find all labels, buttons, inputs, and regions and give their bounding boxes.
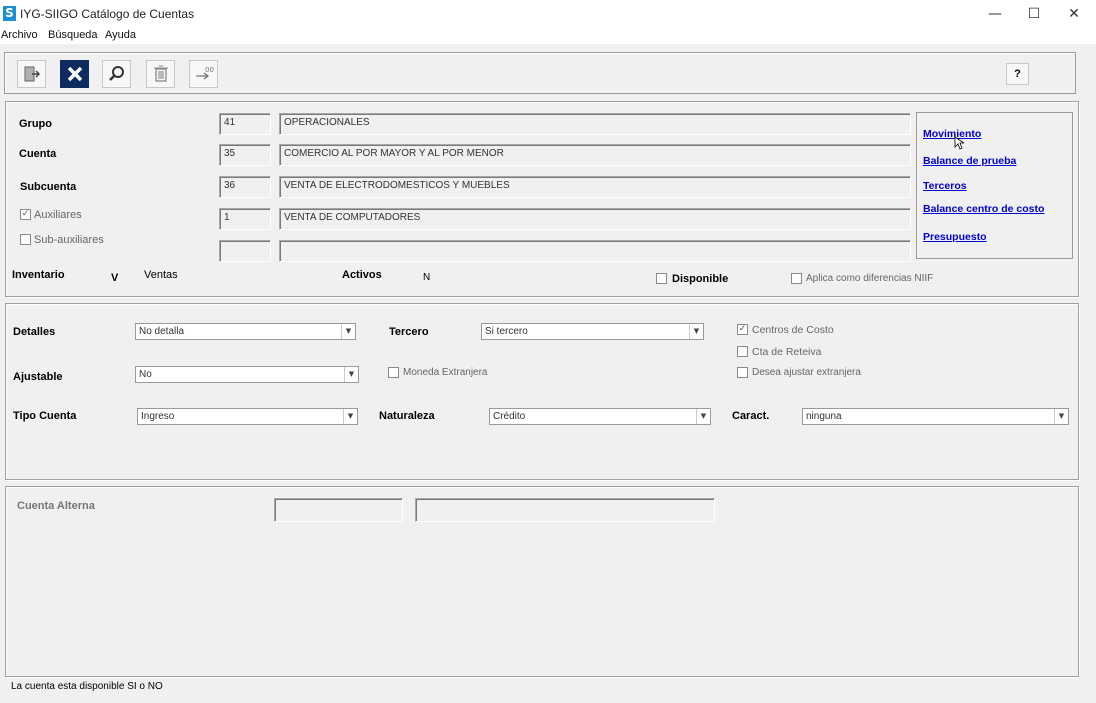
reteiva-label: Cta de Reteiva (752, 346, 822, 358)
transfer-icon: 00 (195, 66, 214, 80)
subauxiliares-code-field[interactable] (219, 240, 271, 262)
centros-costo-checkbox[interactable]: ✓ (737, 324, 748, 335)
chevron-down-icon: ▼ (341, 324, 355, 339)
chevron-down-icon: ▼ (343, 409, 357, 424)
help-button[interactable]: ? (1006, 63, 1029, 85)
ajustar-extranjera-checkbox[interactable] (737, 367, 748, 378)
moneda-extranjera-checkbox[interactable] (388, 367, 399, 378)
auxiliares-checkbox[interactable]: ✓ (20, 209, 31, 220)
auxiliares-label: Auxiliares (34, 209, 82, 221)
subcuenta-code-field[interactable]: 36 (219, 176, 271, 198)
check-icon: ✓ (738, 324, 747, 334)
exit-button[interactable] (17, 60, 46, 88)
trash-icon (153, 65, 168, 82)
cuenta-name-field[interactable]: COMERCIO AL POR MAYOR Y AL POR MENOR (279, 144, 911, 166)
cuenta-alterna-name-field[interactable] (415, 498, 715, 522)
activos-label: Activos (342, 269, 382, 281)
ajustable-select[interactable]: No ▼ (135, 366, 359, 383)
tipo-cuenta-select[interactable]: Ingreso ▼ (137, 408, 358, 425)
ajustable-label: Ajustable (13, 371, 63, 383)
ventas-label: Ventas (144, 269, 178, 281)
tercero-label: Tercero (389, 326, 429, 338)
link-terceros[interactable]: Terceros (923, 180, 967, 192)
minimize-icon[interactable]: — (975, 0, 1015, 28)
chevron-down-icon: ▼ (696, 409, 710, 424)
naturaleza-value: Crédito (493, 411, 526, 422)
chevron-down-icon: ▼ (344, 367, 358, 382)
window-title: IYG-SIIGO Catálogo de Cuentas (20, 7, 195, 21)
chevron-down-icon: ▼ (689, 324, 703, 339)
centros-costo-label: Centros de Costo (752, 324, 834, 336)
cancel-button[interactable] (60, 60, 89, 88)
x-icon (67, 66, 82, 82)
grupo-label: Grupo (19, 118, 52, 130)
delete-button[interactable] (146, 60, 175, 88)
subauxiliares-label: Sub-auxiliares (34, 234, 104, 246)
search-icon (108, 66, 124, 81)
tipo-cuenta-label: Tipo Cuenta (13, 410, 77, 422)
disponible-checkbox[interactable] (656, 273, 667, 284)
close-icon[interactable]: ✕ (1054, 0, 1094, 28)
detalles-value: No detalla (139, 326, 185, 337)
cuenta-alterna-code-field[interactable] (274, 498, 403, 522)
inventario-value: V (111, 272, 119, 284)
menu-ayuda[interactable]: Ayuda (105, 29, 136, 41)
menu-busqueda[interactable]: Búsqueda (48, 29, 98, 41)
menu-bar (0, 28, 1096, 44)
grupo-name-field[interactable]: OPERACIONALES (279, 113, 911, 135)
maximize-icon[interactable]: ☐ (1014, 0, 1054, 28)
caract-label: Caract. (732, 410, 770, 422)
subauxiliares-name-field[interactable] (279, 240, 911, 262)
cuenta-code-field[interactable]: 35 (219, 144, 271, 166)
tercero-value: Si tercero (485, 326, 528, 337)
caract-value: ninguna (806, 411, 842, 422)
grupo-code-field[interactable]: 41 (219, 113, 271, 135)
cuenta-alterna-label: Cuenta Alterna (17, 500, 95, 512)
niif-checkbox[interactable] (791, 273, 802, 284)
transfer-button[interactable]: 00 (189, 60, 218, 88)
caract-select[interactable]: ninguna ▼ (802, 408, 1069, 425)
subcuenta-name-field[interactable]: VENTA DE ELECTRODOMESTICOS Y MUEBLES (279, 176, 911, 198)
link-balance-centro-costo[interactable]: Balance centro de costo (923, 203, 1044, 215)
tipo-cuenta-value: Ingreso (141, 411, 175, 422)
check-icon: ✓ (21, 209, 30, 219)
reteiva-checkbox[interactable] (737, 346, 748, 357)
mouse-cursor-icon (954, 136, 964, 150)
link-balance-prueba[interactable]: Balance de prueba (923, 155, 1016, 167)
auxiliares-code-field[interactable]: 1 (219, 208, 271, 230)
svg-text:00: 00 (205, 66, 214, 74)
cuenta-label: Cuenta (19, 148, 57, 160)
menu-archivo[interactable]: Archivo (1, 29, 38, 41)
inventario-label: Inventario (12, 269, 65, 281)
search-button[interactable] (102, 60, 131, 88)
status-text: La cuenta esta disponible SI o NO (11, 681, 163, 692)
moneda-extranjera-label: Moneda Extranjera (403, 367, 488, 378)
chevron-down-icon: ▼ (1054, 409, 1068, 424)
exit-icon (24, 66, 40, 82)
subcuenta-label: Subcuenta (20, 181, 77, 193)
niif-label: Aplica como diferencias NIIF (806, 273, 934, 284)
link-movimiento[interactable]: Movimiento (923, 128, 981, 140)
detalles-select[interactable]: No detalla ▼ (135, 323, 356, 340)
tercero-select[interactable]: Si tercero ▼ (481, 323, 704, 340)
status-bar: La cuenta esta disponible SI o NO (3, 678, 1095, 696)
subauxiliares-checkbox[interactable] (20, 234, 31, 245)
detalles-label: Detalles (13, 326, 56, 338)
link-presupuesto[interactable]: Presupuesto (923, 231, 987, 243)
auxiliares-name-field[interactable]: VENTA DE COMPUTADORES (279, 208, 911, 230)
disponible-label: Disponible (672, 273, 729, 285)
naturaleza-label: Naturaleza (379, 410, 435, 422)
app-icon: S (3, 6, 16, 21)
ajustar-extranjera-label: Desea ajustar extranjera (752, 367, 861, 378)
activos-value: N (423, 272, 431, 283)
naturaleza-select[interactable]: Crédito ▼ (489, 408, 711, 425)
ajustable-value: No (139, 369, 152, 380)
